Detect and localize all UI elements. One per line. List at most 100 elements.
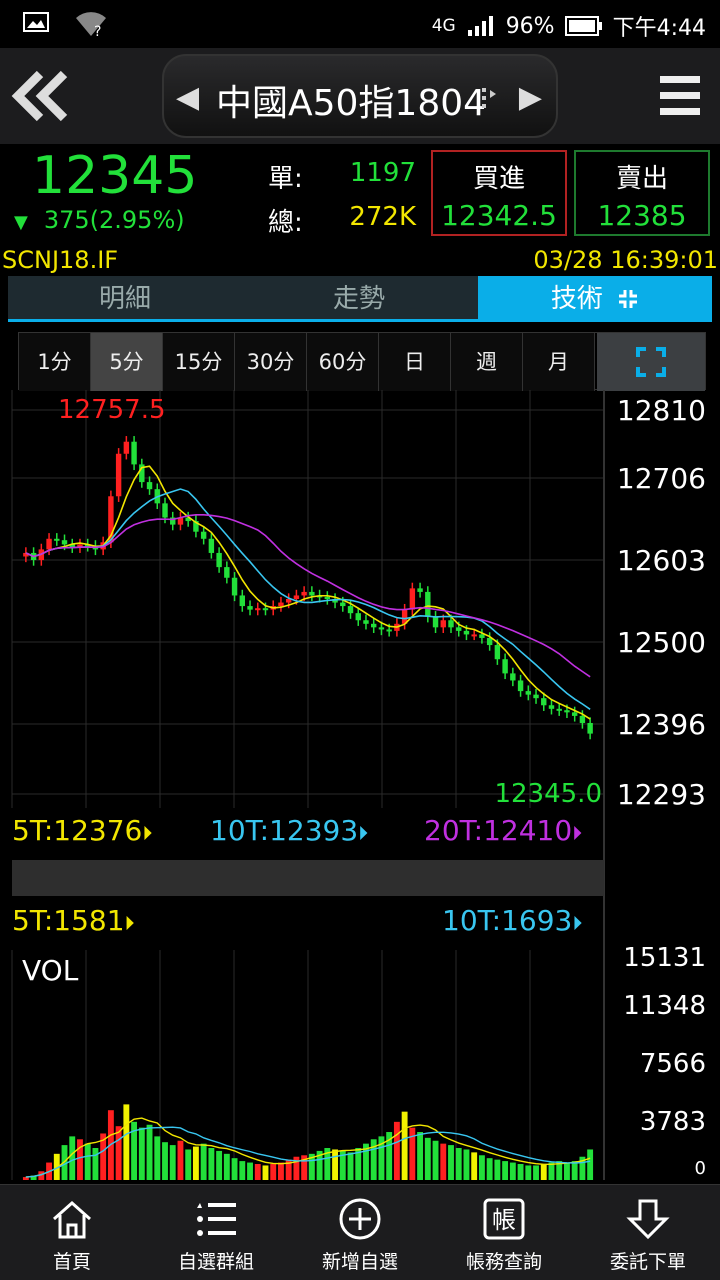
- order-down-arrow-icon: [626, 1199, 670, 1240]
- period-1min[interactable]: 1分: [19, 333, 91, 391]
- list-star-icon: [197, 1203, 236, 1236]
- price-tick-label: 12706: [617, 462, 706, 495]
- candle-body: [293, 595, 300, 599]
- image-icon: [23, 12, 49, 32]
- volume-tick-label: 11348: [623, 991, 706, 1021]
- app-header: ◀ 中國A50指1804 ▶: [0, 48, 720, 144]
- back-button[interactable]: [10, 66, 70, 126]
- tab-details[interactable]: 明細: [8, 276, 242, 322]
- price-ma20-legend: 20T:12410⏵: [424, 814, 583, 847]
- nav-watchlist-groups-label: 自選群組: [177, 1251, 254, 1273]
- candle-body: [486, 637, 493, 646]
- candle-body: [247, 606, 253, 610]
- volume-bar: [463, 1149, 470, 1180]
- tab-trend[interactable]: 走勢: [242, 276, 476, 322]
- volume-bar: [424, 1137, 431, 1180]
- period-day[interactable]: 日: [379, 333, 451, 391]
- symbol-row: SCNJ18.IF 03/28 16:39:01: [0, 246, 720, 276]
- nav-home[interactable]: 首頁: [0, 1185, 144, 1280]
- signal-icon: [467, 16, 493, 36]
- ask-button[interactable]: 賣出 12385: [574, 150, 710, 236]
- candle-body: [309, 591, 315, 596]
- volume-bar: [123, 1104, 130, 1180]
- nav-order-label: 委託下單: [609, 1251, 686, 1273]
- period-month[interactable]: 月: [523, 333, 595, 391]
- nav-add-watchlist[interactable]: 新增自選: [288, 1185, 432, 1280]
- candle-body: [533, 694, 539, 699]
- period-5min[interactable]: 5分: [91, 333, 163, 391]
- candle-body: [579, 715, 586, 723]
- volume-bar: [185, 1149, 192, 1180]
- volume-bar: [115, 1126, 122, 1180]
- candle-body: [131, 441, 137, 465]
- last-price-marker: 12345.0: [494, 779, 602, 809]
- nav-order[interactable]: 委託下單: [576, 1185, 720, 1280]
- double-chevron-left-icon: [11, 70, 68, 122]
- price-change: ▼ 375(2.95%): [14, 206, 185, 234]
- change-value: 375(2.95%): [43, 206, 185, 234]
- vol-ma10-value: 1693: [501, 904, 573, 937]
- candle-body: [386, 629, 392, 632]
- svg-text:?: ?: [94, 24, 101, 38]
- candle-body: [471, 634, 477, 637]
- volume-bar: [84, 1143, 91, 1180]
- period-15min[interactable]: 15分: [163, 333, 235, 391]
- period-60min[interactable]: 60分: [307, 333, 379, 391]
- technical-chart[interactable]: 12810 12706 12603 12500 12396 12293 12757.5 123…: [0, 390, 720, 1180]
- candle-body: [440, 620, 446, 628]
- nav-account[interactable]: 帳 帳務查詢: [432, 1185, 576, 1280]
- total-volume-label: 總:: [268, 208, 303, 238]
- nav-account-label: 帳務查詢: [465, 1251, 542, 1273]
- volume-bar: [432, 1140, 439, 1180]
- candle-body: [425, 591, 431, 617]
- candle-body: [54, 538, 60, 541]
- next-symbol-button[interactable]: ▶: [519, 80, 542, 115]
- tab-technical[interactable]: 技術: [478, 276, 712, 322]
- volume-bar: [540, 1164, 547, 1180]
- ma10-name: 10T: [210, 814, 260, 847]
- candle-body: [301, 591, 307, 596]
- price-ma5-legend: 5T:12376⏵: [12, 814, 153, 847]
- nav-watchlist-groups[interactable]: 自選群組: [144, 1185, 288, 1280]
- prev-symbol-button[interactable]: ◀: [176, 80, 199, 115]
- nav-add-watchlist-label: 新增自選: [321, 1251, 398, 1273]
- candle-body: [347, 606, 354, 614]
- chart-area: 12810 12706 12603 12500 12396 12293 12757.5 123…: [0, 390, 720, 1180]
- volume-bar: [517, 1164, 524, 1180]
- period-week[interactable]: 週: [451, 333, 523, 391]
- bid-label: 買進: [472, 164, 525, 194]
- price-tick-label: 12396: [617, 708, 706, 741]
- account-ledger-icon: 帳: [483, 1198, 525, 1240]
- candle-body: [432, 616, 439, 628]
- volume-bar: [564, 1162, 570, 1180]
- fullscreen-button[interactable]: [597, 333, 705, 391]
- volume-bar: [254, 1164, 261, 1180]
- candle-body: [355, 613, 361, 621]
- bid-button[interactable]: 買進 12342.5: [431, 150, 567, 236]
- symbol-selector[interactable]: ◀ 中國A50指1804 ▶: [162, 54, 558, 138]
- price-tick-label: 12603: [617, 544, 706, 577]
- period-30min[interactable]: 30分: [235, 333, 307, 391]
- candle-body: [564, 710, 570, 713]
- symbol-code: SCNJ18.IF: [2, 246, 119, 274]
- bottom-nav: 首頁 自選群組 新增自選 帳 帳務查詢 委託下單: [0, 1184, 720, 1280]
- candle-body: [556, 708, 562, 711]
- volume-tick-label: 7566: [640, 1049, 706, 1079]
- price-tick-label: 12500: [617, 626, 706, 659]
- total-volume-value: 272K: [349, 202, 416, 232]
- volume-tick-label: 3783: [640, 1107, 706, 1137]
- candle-body: [46, 538, 52, 550]
- candle-body: [324, 596, 331, 599]
- candle-body: [146, 482, 153, 490]
- candle-body: [61, 540, 68, 545]
- volume-bar: [208, 1148, 215, 1180]
- candle-body: [525, 691, 532, 695]
- volume-bar: [247, 1162, 253, 1180]
- candle-body: [216, 552, 222, 568]
- page-title: 中國A50指1804: [216, 83, 487, 124]
- period-selector: 1分 5分 15分 30分 60分 日 週 月: [18, 332, 706, 391]
- bid-value: 12342.5: [441, 199, 557, 232]
- menu-button[interactable]: [658, 70, 702, 122]
- volume-bar: [533, 1165, 539, 1180]
- volume-bar: [448, 1145, 454, 1180]
